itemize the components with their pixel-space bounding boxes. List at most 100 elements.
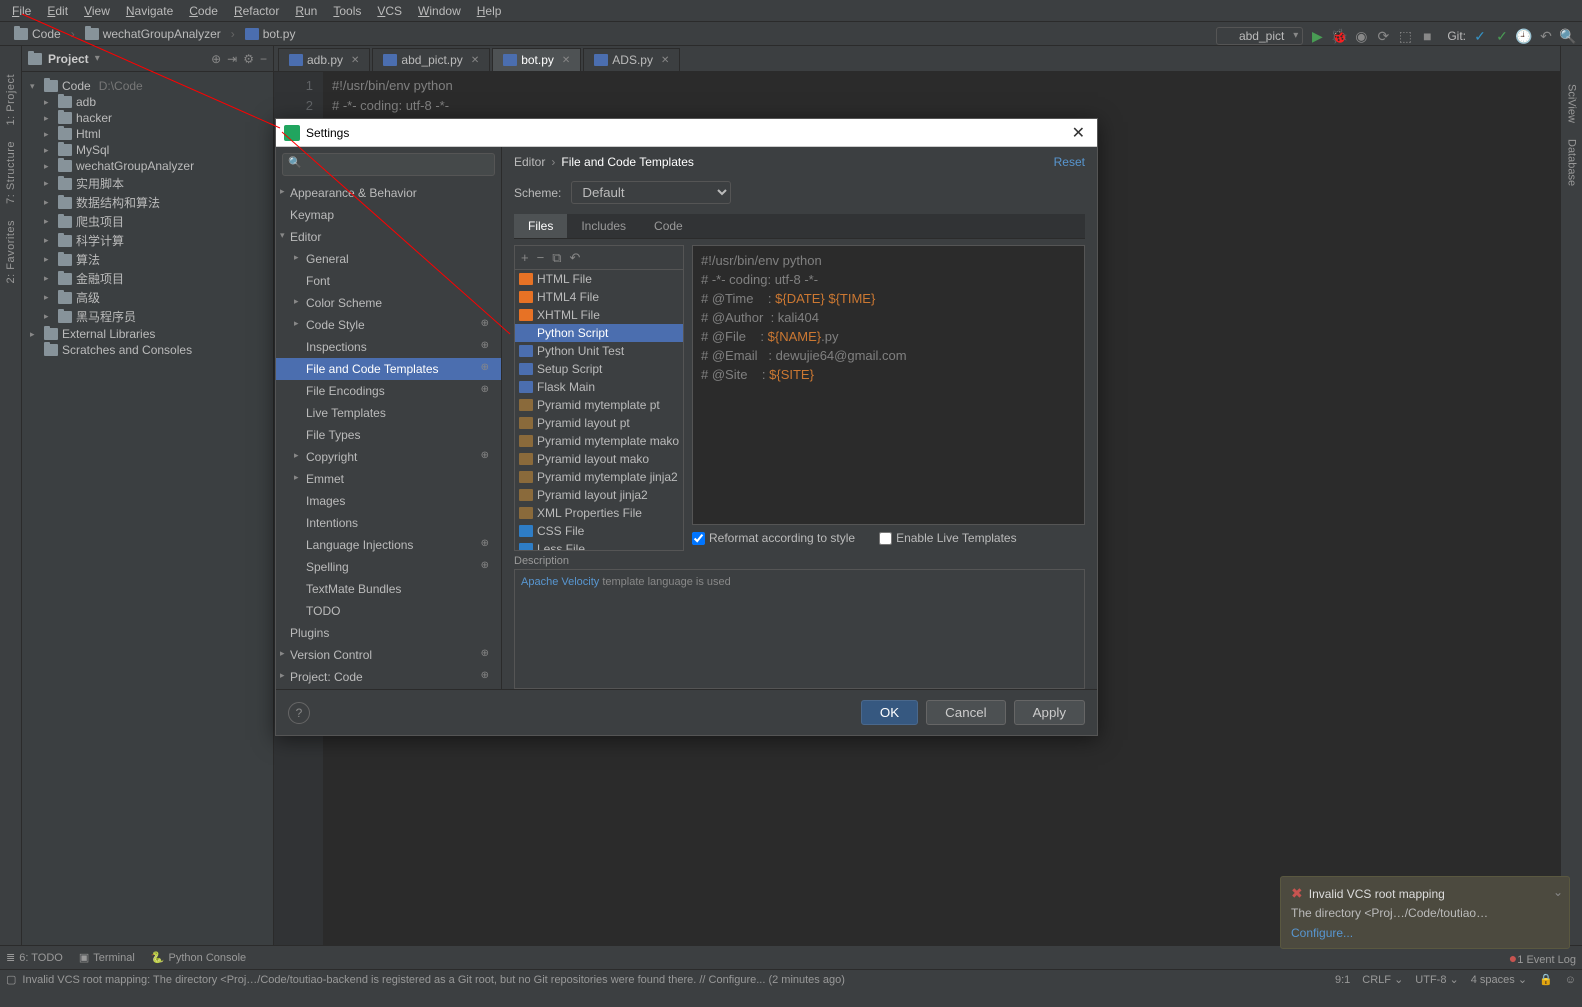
template-item[interactable]: CSS File — [515, 522, 683, 540]
dialog-titlebar[interactable]: Settings ✕ — [276, 119, 1097, 147]
tree-node[interactable]: ▸爬虫项目 — [22, 212, 273, 231]
template-item[interactable]: Pyramid mytemplate mako — [515, 432, 683, 450]
category-item[interactable]: File Types — [276, 424, 501, 446]
category-item[interactable]: General — [276, 248, 501, 270]
tree-node[interactable]: ▸金融项目 — [22, 269, 273, 288]
menu-file[interactable]: File — [6, 2, 37, 20]
category-item[interactable]: Version Control⊕ — [276, 644, 501, 666]
category-list[interactable]: Appearance & BehaviorKeymapEditorGeneral… — [276, 182, 501, 689]
menu-run[interactable]: Run — [289, 2, 323, 20]
tree-node[interactable]: ▸实用脚本 — [22, 174, 273, 193]
template-item[interactable]: Pyramid mytemplate jinja2 — [515, 468, 683, 486]
breadcrumb-file[interactable]: bot.py — [239, 26, 302, 42]
template-item[interactable]: Python Unit Test — [515, 342, 683, 360]
template-tab[interactable]: Includes — [567, 214, 640, 238]
template-item[interactable]: Pyramid layout jinja2 — [515, 486, 683, 504]
tree-node[interactable]: ▸External Libraries — [22, 326, 273, 342]
status-eol[interactable]: CRLF ⌄ — [1362, 973, 1403, 986]
template-item[interactable]: Pyramid layout mako — [515, 450, 683, 468]
status-lock-icon[interactable]: 🔒 — [1539, 973, 1553, 986]
category-item[interactable]: Appearance & Behavior — [276, 182, 501, 204]
tool-todo[interactable]: ≣ 6: TODO — [6, 951, 63, 964]
template-item[interactable]: Less File — [515, 540, 683, 550]
coverage-icon[interactable]: ◉ — [1353, 28, 1369, 44]
live-templates-checkbox[interactable]: Enable Live Templates — [879, 531, 1017, 545]
category-item[interactable]: TODO — [276, 600, 501, 622]
close-icon[interactable]: ✕ — [1068, 123, 1089, 143]
gutter-tab[interactable]: SciView — [1564, 76, 1580, 131]
template-item[interactable]: Setup Script — [515, 360, 683, 378]
status-indent[interactable]: 4 spaces ⌄ — [1471, 973, 1527, 986]
attach-icon[interactable]: ⬚ — [1397, 28, 1413, 44]
tree-node[interactable]: ▸hacker — [22, 110, 273, 126]
tree-node[interactable]: ▸科学计算 — [22, 231, 273, 250]
category-item[interactable]: Plugins — [276, 622, 501, 644]
editor-tab[interactable]: abd_pict.py✕ — [372, 48, 490, 71]
category-item[interactable]: File Encodings⊕ — [276, 380, 501, 402]
add-icon[interactable]: + — [521, 250, 529, 265]
git-history-icon[interactable]: 🕘 — [1516, 28, 1532, 44]
editor-tab[interactable]: bot.py✕ — [492, 48, 581, 71]
template-item[interactable]: Pyramid layout pt — [515, 414, 683, 432]
tree-node[interactable]: Scratches and Consoles — [22, 342, 273, 358]
close-tab-icon[interactable]: ✕ — [661, 55, 669, 66]
notification-toast[interactable]: ✖ Invalid VCS root mapping The directory… — [1280, 876, 1570, 949]
run-icon[interactable]: ▶ — [1309, 28, 1325, 44]
template-item[interactable]: HTML4 File — [515, 288, 683, 306]
status-position[interactable]: 9:1 — [1335, 974, 1350, 986]
gutter-tab[interactable]: 2: Favorites — [3, 212, 19, 291]
stop-icon[interactable]: ■ — [1419, 28, 1435, 44]
dropdown-icon[interactable]: ▾ — [95, 53, 100, 64]
category-item[interactable]: Font — [276, 270, 501, 292]
copy-icon[interactable]: ⧉ — [552, 250, 561, 266]
status-inspect-icon[interactable]: ☺ — [1565, 974, 1576, 986]
settings-search-input[interactable] — [282, 153, 495, 176]
menu-tools[interactable]: Tools — [327, 2, 367, 20]
menu-navigate[interactable]: Navigate — [120, 2, 179, 20]
tool-python-console[interactable]: 🐍 Python Console — [151, 951, 246, 964]
run-config-selector[interactable]: abd_pict — [1216, 27, 1303, 45]
search-icon[interactable]: 🔍 — [1560, 28, 1576, 44]
tree-node[interactable]: ▸Html — [22, 126, 273, 142]
profile-icon[interactable]: ⟳ — [1375, 28, 1391, 44]
collapse-icon[interactable]: ⇥ — [227, 52, 237, 66]
menu-edit[interactable]: Edit — [41, 2, 74, 20]
tree-node[interactable]: ▸wechatGroupAnalyzer — [22, 158, 273, 174]
hide-icon[interactable]: − — [260, 52, 267, 66]
help-icon[interactable]: ? — [288, 702, 310, 724]
template-tab[interactable]: Files — [514, 214, 567, 238]
category-item[interactable]: TextMate Bundles — [276, 578, 501, 600]
status-encoding[interactable]: UTF-8 ⌄ — [1415, 973, 1458, 986]
menu-code[interactable]: Code — [183, 2, 224, 20]
gutter-tab[interactable]: 1: Project — [3, 66, 19, 133]
template-item[interactable]: XHTML File — [515, 306, 683, 324]
gutter-tab[interactable]: Database — [1564, 131, 1580, 194]
template-list[interactable]: HTML FileHTML4 FileXHTML FilePython Scri… — [515, 270, 683, 550]
category-item[interactable]: Intentions — [276, 512, 501, 534]
tree-node[interactable]: ▸高级 — [22, 288, 273, 307]
template-item[interactable]: HTML File — [515, 270, 683, 288]
gutter-tab[interactable]: 7: Structure — [3, 133, 19, 212]
category-item[interactable]: Editor — [276, 226, 501, 248]
tree-node[interactable]: ▸算法 — [22, 250, 273, 269]
git-revert-icon[interactable]: ↶ — [1538, 28, 1554, 44]
template-item[interactable]: Flask Main — [515, 378, 683, 396]
template-tab[interactable]: Code — [640, 214, 697, 238]
category-item[interactable]: Build, Execution, Deployment — [276, 688, 501, 689]
revert-icon[interactable]: ↶ — [569, 250, 580, 266]
category-item[interactable]: Project: Code⊕ — [276, 666, 501, 688]
velocity-link[interactable]: Apache Velocity — [521, 576, 599, 588]
template-item[interactable]: Pyramid mytemplate pt — [515, 396, 683, 414]
crumb-editor[interactable]: Editor — [514, 155, 545, 169]
category-item[interactable]: Images — [276, 490, 501, 512]
menu-help[interactable]: Help — [471, 2, 508, 20]
menu-view[interactable]: View — [78, 2, 116, 20]
editor-tab[interactable]: ADS.py✕ — [583, 48, 680, 71]
ok-button[interactable]: OK — [861, 700, 918, 725]
tree-node[interactable]: ▸MySql — [22, 142, 273, 158]
category-item[interactable]: Live Templates — [276, 402, 501, 424]
template-item[interactable]: Python Script — [515, 324, 683, 342]
event-log[interactable]: ●1 Event Log — [1509, 950, 1576, 966]
category-item[interactable]: Inspections⊕ — [276, 336, 501, 358]
close-tab-icon[interactable]: ✕ — [562, 55, 570, 66]
